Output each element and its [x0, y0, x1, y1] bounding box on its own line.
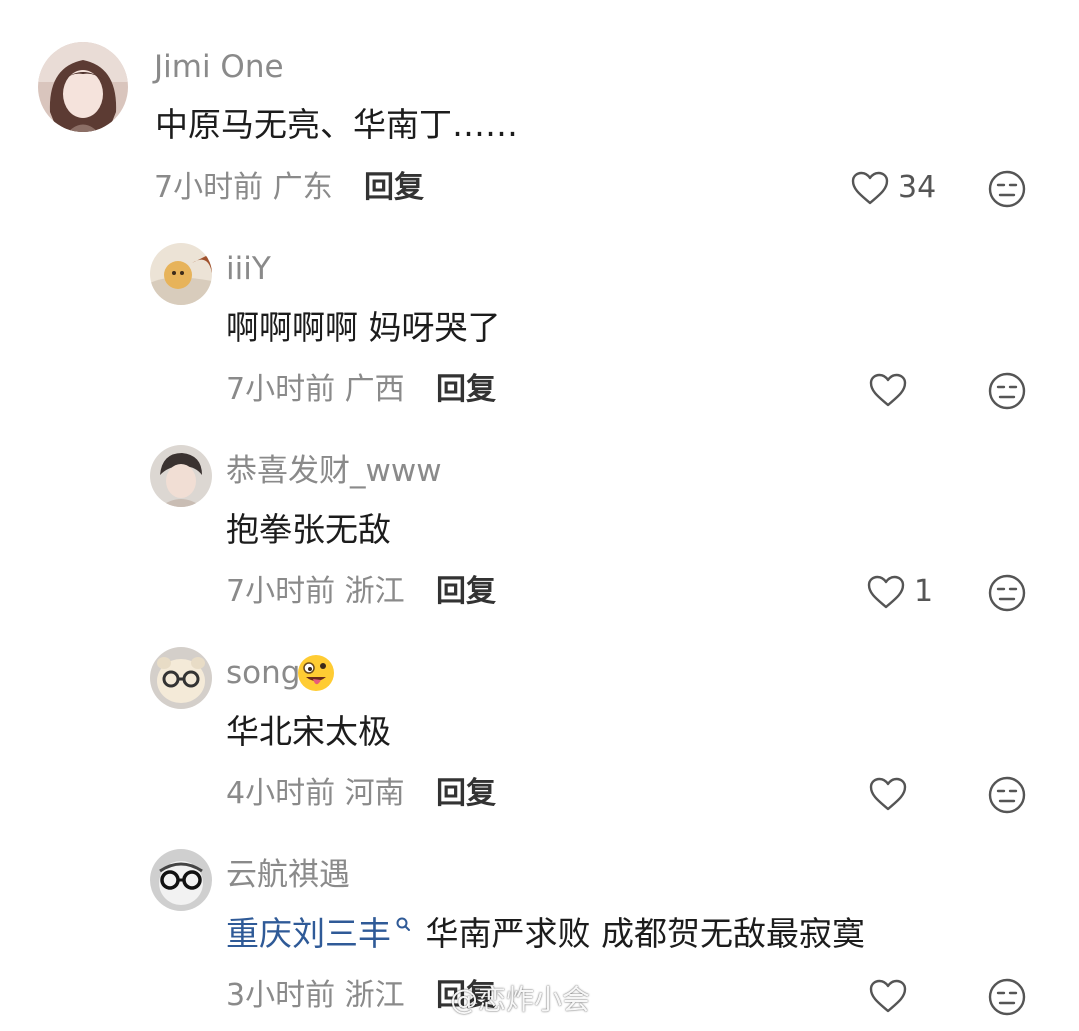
dislike-button[interactable]	[987, 977, 1027, 1017]
comment-location: 浙江	[344, 574, 405, 609]
comment-location: 广东	[272, 170, 333, 205]
heart-outline-icon	[869, 373, 907, 407]
comment-time: 4小时前	[226, 776, 336, 811]
reply-button[interactable]: 回复	[436, 370, 496, 410]
avatar-image	[150, 849, 212, 911]
meh-face-icon	[988, 574, 1026, 612]
comment-text: 中原马无亮、华南丁……	[155, 105, 518, 144]
avatar-image	[150, 445, 212, 507]
username[interactable]: 恭喜发财_www	[226, 451, 442, 491]
avatar-image	[38, 42, 128, 132]
crazy-face-emoji	[296, 653, 336, 693]
heart-outline-icon	[851, 171, 889, 205]
comment-item: iiiY 啊啊啊啊 妈呀哭了 7小时前 广西 回复	[0, 220, 1079, 420]
comment-item: 恭喜发财_www 抱拳张无敌 7小时前 浙江 回复 1	[0, 422, 1079, 622]
dislike-button[interactable]	[987, 169, 1027, 209]
comment-meta: 7小时前 广西	[226, 370, 405, 410]
comment-text: 重庆刘三丰 华南严求败 成都贺无敌最寂寞	[226, 912, 865, 956]
comment-item: song 华北宋太极 4小时前 河南 回复	[0, 624, 1079, 824]
comment-meta: 7小时前 广东	[154, 168, 333, 208]
comment-location: 浙江	[344, 978, 405, 1013]
username[interactable]: Jimi One	[154, 47, 284, 87]
avatar[interactable]	[150, 849, 212, 911]
comment-time: 7小时前	[154, 170, 264, 205]
comment-text: 抱拳张无敌	[226, 510, 391, 549]
watermark: @恋炸小会	[450, 983, 591, 1016]
comment-meta: 3小时前 浙江	[226, 976, 405, 1016]
avatar-image	[150, 243, 212, 305]
dislike-button[interactable]	[987, 573, 1027, 613]
reply-button[interactable]: 回复	[436, 774, 496, 814]
comment-time: 3小时前	[226, 978, 336, 1013]
like-button[interactable]	[868, 772, 916, 816]
avatar[interactable]	[150, 445, 212, 507]
meh-face-icon	[988, 372, 1026, 410]
comment-location: 广西	[344, 372, 405, 407]
comment-location: 河南	[344, 776, 405, 811]
comment-time: 7小时前	[226, 372, 336, 407]
avatar[interactable]	[150, 243, 212, 305]
meh-face-icon	[988, 978, 1026, 1016]
mention-link[interactable]: 重庆刘三丰	[226, 914, 391, 953]
comment-body: 华南严求败 成都贺无敌最寂寞	[425, 914, 866, 953]
like-count: 34	[898, 170, 937, 205]
reply-button[interactable]: 回复	[436, 572, 496, 612]
like-count: 1	[914, 574, 934, 609]
comment-item: Jimi One 中原马无亮、华南丁…… 7小时前 广东 回复 34	[0, 0, 1079, 220]
comment-meta: 4小时前 河南	[226, 774, 405, 814]
comment-text: 啊啊啊啊 妈呀哭了	[226, 308, 501, 347]
comment-text: 华北宋太极	[226, 712, 391, 751]
heart-outline-icon	[869, 979, 907, 1013]
dislike-button[interactable]	[987, 775, 1027, 815]
heart-outline-icon	[869, 777, 907, 811]
comment-meta: 7小时前 浙江	[226, 572, 405, 612]
like-button[interactable]	[868, 974, 916, 1018]
username[interactable]: song	[226, 653, 300, 693]
avatar[interactable]	[38, 42, 128, 132]
avatar-image	[150, 647, 212, 709]
like-button[interactable]: 1	[866, 570, 933, 614]
meh-face-icon	[988, 776, 1026, 814]
username[interactable]: 云航祺遇	[226, 855, 350, 895]
reply-button[interactable]: 回复	[364, 168, 424, 208]
username[interactable]: iiiY	[226, 249, 271, 289]
comment-time: 7小时前	[226, 574, 336, 609]
meh-face-icon	[988, 170, 1026, 208]
like-button[interactable]	[868, 368, 916, 412]
heart-outline-icon	[867, 575, 905, 609]
like-button[interactable]: 34	[850, 166, 936, 210]
dislike-button[interactable]	[987, 371, 1027, 411]
search-icon[interactable]	[393, 912, 415, 942]
avatar[interactable]	[150, 647, 212, 709]
